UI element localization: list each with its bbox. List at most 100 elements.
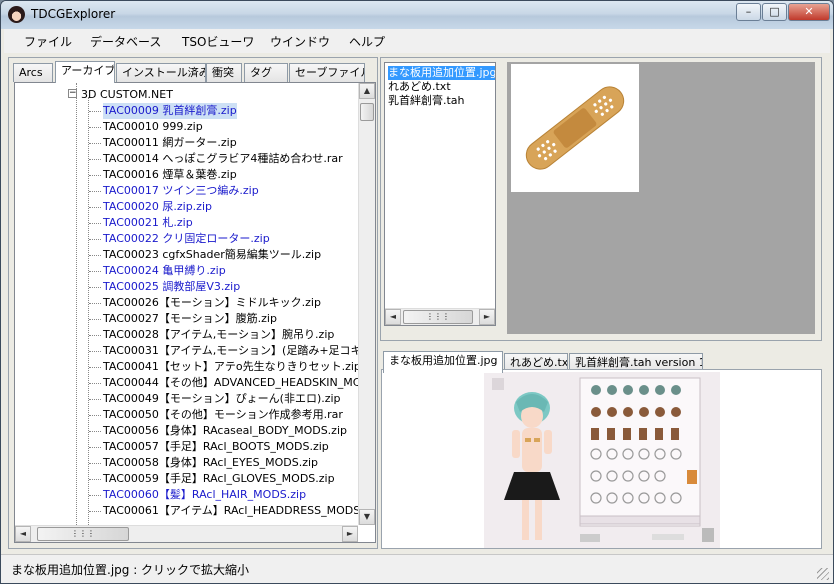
tree-item[interactable]: TAC00026【モーション】ミドルキック.zip bbox=[103, 295, 321, 311]
tree-guide-line bbox=[76, 83, 77, 525]
tree-item[interactable]: TAC00061【アイテム】RAcl_HEADDRESS_MODS bbox=[103, 503, 360, 519]
image-tab-panel bbox=[381, 369, 822, 549]
tree-item[interactable]: TAC00017 ツイン三つ編み.zip bbox=[103, 183, 259, 199]
tree-item[interactable]: TAC00027【モーション】腹筋.zip bbox=[103, 311, 277, 327]
tab-tags[interactable]: タグ bbox=[244, 63, 288, 82]
tree-item[interactable]: TAC00014 へっぽこグラビア4種詰め合わせ.rar bbox=[103, 151, 343, 167]
tree-item[interactable]: TAC00058【身体】RAcl_EYES_MODS.zip bbox=[103, 455, 318, 471]
tree-branch-line bbox=[89, 111, 101, 112]
tree-item[interactable]: TAC00011 網ガーター.zip bbox=[103, 135, 237, 151]
tree-item[interactable]: TAC00024 亀甲縛り.zip bbox=[103, 263, 226, 279]
file-item[interactable]: まな板用追加位置.jpg bbox=[388, 66, 495, 80]
image-preview-area[interactable] bbox=[507, 62, 815, 334]
status-bar: まな板用追加位置.jpg : クリックで拡大縮小 bbox=[1, 554, 833, 583]
tree-branch-line bbox=[89, 223, 101, 224]
tree-item[interactable]: TAC00059【手足】RAcl_GLOVES_MODS.zip bbox=[103, 471, 335, 487]
tree-item[interactable]: TAC00022 クリ固定ローター.zip bbox=[103, 231, 270, 247]
tree-branch-line bbox=[89, 463, 101, 464]
tree-branch-line bbox=[89, 335, 101, 336]
scroll-thumb[interactable]: ⋮⋮⋮ bbox=[403, 310, 473, 324]
tree-item[interactable]: TAC00056【身体】RAcaseal_BODY_MODS.zip bbox=[103, 423, 347, 439]
app-icon bbox=[8, 6, 25, 23]
tree-item[interactable]: TAC00050【その他】モーション作成参考用.rar bbox=[103, 407, 343, 423]
file-item[interactable]: れあどめ.txt bbox=[388, 80, 451, 94]
app-window: TDCGExplorer – □ ✕ ファイル データベース TSOビューワ ウ… bbox=[0, 0, 834, 584]
tab-save-files[interactable]: セーブファイル bbox=[289, 63, 365, 82]
tree-item[interactable]: TAC00020 尿.zip.zip bbox=[103, 199, 212, 215]
tree-item[interactable]: TAC00049【モーション】ぴょーん(非エロ).zip bbox=[103, 391, 341, 407]
menu-window[interactable]: ウインドウ bbox=[270, 33, 330, 50]
scroll-thumb[interactable] bbox=[360, 103, 374, 121]
tree-branch-line bbox=[89, 271, 101, 272]
tree-item[interactable]: TAC00044【その他】ADVANCED_HEADSKIN_MC bbox=[103, 375, 360, 391]
menu-file[interactable]: ファイル bbox=[24, 33, 72, 50]
file-list-horizontal-scrollbar[interactable]: ◄ ⋮⋮⋮ ► bbox=[385, 308, 495, 325]
menu-database[interactable]: データベース bbox=[90, 33, 161, 50]
tree-vertical-scrollbar[interactable]: ▲ ▼ bbox=[358, 83, 375, 525]
tree-branch-line bbox=[89, 383, 101, 384]
scroll-down-button[interactable]: ▼ bbox=[359, 509, 375, 525]
tree-branch-line bbox=[89, 287, 101, 288]
tab-installed[interactable]: インストール済み bbox=[116, 63, 206, 82]
tree-branch-line bbox=[89, 191, 101, 192]
tree-branch-line bbox=[89, 159, 101, 160]
tree-item[interactable]: TAC00041【セット】アテo先生なりきりセット.zip bbox=[103, 359, 361, 375]
tree-branch-line bbox=[89, 511, 101, 512]
tree-item[interactable]: TAC00028【アイテム,モーション】腕吊り.zip bbox=[103, 327, 334, 343]
scroll-left-button[interactable]: ◄ bbox=[15, 526, 31, 542]
scroll-right-button[interactable]: ► bbox=[342, 526, 358, 542]
tree-branch-line bbox=[89, 431, 101, 432]
tree-branch-line bbox=[89, 399, 101, 400]
placement-texture-art bbox=[484, 372, 720, 548]
tree-item[interactable]: TAC00031【アイテム,モーション】(足踏み+足コキ)2 bbox=[103, 343, 373, 359]
bandage-thumbnail[interactable] bbox=[511, 64, 639, 192]
tree-branch-line bbox=[89, 319, 101, 320]
tab-collision[interactable]: 衝突 bbox=[206, 63, 242, 82]
scroll-thumb[interactable]: ⋮⋮⋮ bbox=[37, 527, 129, 541]
tree-branch-line bbox=[89, 367, 101, 368]
scroll-right-button[interactable]: ► bbox=[479, 309, 495, 325]
tree-branch-line bbox=[89, 127, 101, 128]
bandage-image bbox=[525, 86, 625, 170]
tree-branch-line bbox=[89, 447, 101, 448]
tree-item[interactable]: TAC00060【髪】RAcl_HAIR_MODS.zip bbox=[103, 487, 306, 503]
tree-collapse-toggle[interactable]: − bbox=[68, 89, 77, 98]
placement-texture-image[interactable] bbox=[484, 372, 720, 548]
tree-branch-line bbox=[89, 143, 101, 144]
scroll-up-button[interactable]: ▲ bbox=[359, 83, 375, 99]
tree-item[interactable]: TAC00025 調教部屋V3.zip bbox=[103, 279, 240, 295]
scroll-left-button[interactable]: ◄ bbox=[385, 309, 401, 325]
tree-branch-line bbox=[89, 239, 101, 240]
file-item[interactable]: 乳首絆創膏.tah bbox=[388, 94, 465, 108]
menu-tso-viewer[interactable]: TSOビューワ bbox=[182, 33, 254, 50]
resize-grip[interactable] bbox=[817, 568, 829, 580]
tree-branch-line bbox=[89, 495, 101, 496]
minimize-button[interactable]: – bbox=[736, 3, 761, 21]
tree-item[interactable]: TAC00021 札.zip bbox=[103, 215, 193, 231]
tree-branch-line bbox=[89, 303, 101, 304]
tree-branch-line bbox=[89, 479, 101, 480]
menu-help[interactable]: ヘルプ bbox=[349, 33, 385, 50]
tree-item[interactable]: TAC00023 cgfxShader簡易編集ツール.zip bbox=[103, 247, 321, 263]
file-list[interactable]: まな板用追加位置.jpg れあどめ.txt 乳首絆創膏.tah ◄ ⋮⋮⋮ ► bbox=[384, 62, 496, 326]
close-button[interactable]: ✕ bbox=[788, 3, 830, 21]
tab-image-preview[interactable]: まな板用追加位置.jpg bbox=[383, 351, 503, 373]
maximize-button[interactable]: □ bbox=[762, 3, 787, 21]
tree-item[interactable]: TAC00009 乳首絆創膏.zip bbox=[103, 103, 237, 119]
tree-root[interactable]: 3D CUSTOM.NET bbox=[81, 87, 173, 103]
tab-archive[interactable]: アーカイブ bbox=[55, 61, 115, 83]
tree-guide-line bbox=[88, 97, 89, 525]
tab-arcs[interactable]: Arcs bbox=[13, 63, 53, 82]
tree-branch-line bbox=[89, 255, 101, 256]
tree-item[interactable]: TAC00016 煙草＆葉巻.zip bbox=[103, 167, 237, 183]
tree-item[interactable]: TAC00057【手足】RAcl_BOOTS_MODS.zip bbox=[103, 439, 329, 455]
tree-item[interactable]: TAC00010 999.zip bbox=[103, 119, 203, 135]
tree-branch-line bbox=[89, 207, 101, 208]
window-title: TDCGExplorer bbox=[31, 7, 116, 21]
status-text: まな板用追加位置.jpg : クリックで拡大縮小 bbox=[11, 563, 250, 577]
tree-horizontal-scrollbar[interactable]: ◄ ⋮⋮⋮ ► bbox=[15, 525, 358, 542]
archive-tree[interactable]: − 3D CUSTOM.NET TAC00009 乳首絆創膏.zip TAC000… bbox=[14, 82, 376, 543]
title-bar[interactable]: TDCGExplorer – □ ✕ bbox=[1, 1, 833, 29]
menu-bar: ファイル データベース TSOビューワ ウインドウ ヘルプ bbox=[4, 29, 830, 53]
tree-branch-line bbox=[89, 415, 101, 416]
